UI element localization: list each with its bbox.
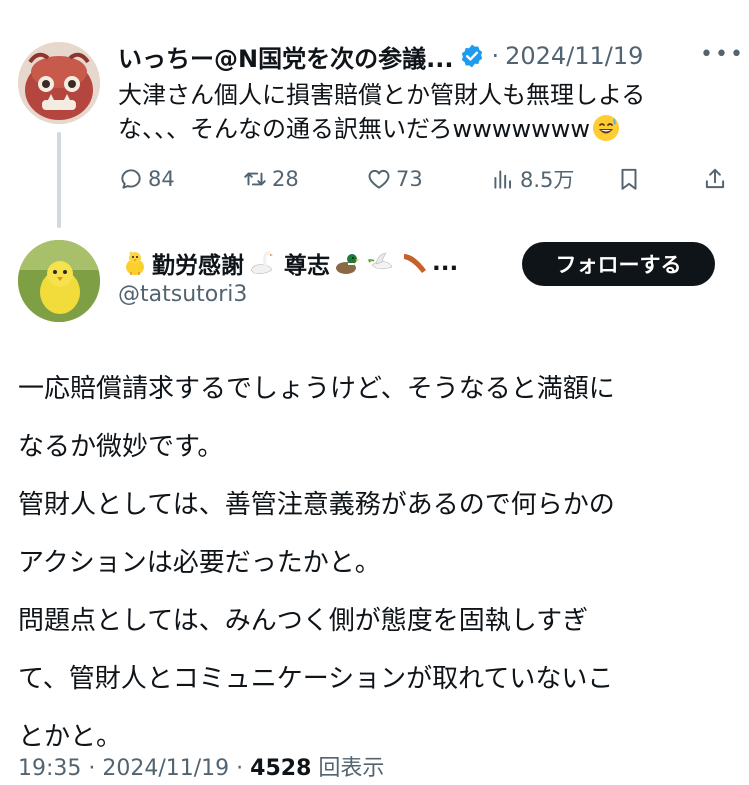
- author-name-part: 尊志: [284, 253, 330, 279]
- tweet-text-line: て、管財人とコミュニケーションが取れていないこ: [18, 664, 614, 694]
- views-button[interactable]: 8.5万: [490, 162, 574, 196]
- bookmark-icon: [621, 168, 637, 190]
- tweet-text-line: な、、、そんなの通る訳無いだろwwwwwww: [118, 112, 718, 146]
- retweet-count: 28: [272, 167, 299, 191]
- reply-count: 84: [148, 167, 175, 191]
- tweet-date[interactable]: 2024/11/19: [505, 42, 643, 70]
- tweet-text-line: なるか微妙です。: [18, 432, 224, 462]
- heart-icon: [368, 169, 390, 189]
- duck-icon: [332, 248, 362, 278]
- grinning-sweat-face-icon: [592, 114, 620, 142]
- author-handle[interactable]: @tatsutori3: [118, 282, 247, 307]
- boomerang-icon: [400, 248, 430, 278]
- verified-badge-icon: [459, 43, 485, 69]
- tweet-text-line: 管財人としては、善管注意義務があるので何らかの: [18, 490, 615, 520]
- share-button[interactable]: [702, 162, 732, 196]
- tweet-text-line: 一応賠償請求するでしょうけど、そうなると満額に: [18, 360, 733, 418]
- author-name-part: 勤労感謝: [152, 253, 244, 279]
- highlighted-text: 満額に: [528, 360, 621, 418]
- tweet-text-line: 大津さん個人に損害賠償とか管財人も無理しよる: [118, 81, 646, 109]
- views-count: 4528: [250, 756, 312, 781]
- retweet-icon: [244, 172, 266, 186]
- reply-button[interactable]: 84: [118, 162, 175, 196]
- like-count: 73: [396, 167, 423, 191]
- views-label: 回表示: [311, 756, 385, 781]
- avatar[interactable]: [18, 42, 100, 124]
- name-truncation: ...: [432, 250, 459, 276]
- tweet-meta-footer: 19:35 · 2024/11/19 · 4528 回表示: [18, 750, 384, 782]
- tweet2-body: 一応賠償請求するでしょうけど、そうなると満額に なるか微妙です。 管財人としては…: [18, 360, 733, 766]
- more-options-icon[interactable]: •••: [700, 40, 743, 70]
- separator-dot: ·: [491, 42, 500, 70]
- tweet1-action-bar: 84 28 73 8.5万: [118, 162, 733, 196]
- tweet-text-line: 問題点としては、みんつく側が態度を固執しすぎ: [18, 606, 589, 636]
- avatar[interactable]: [18, 240, 100, 322]
- follow-button[interactable]: フォローする: [522, 242, 715, 286]
- thread-connector-line: [57, 132, 61, 228]
- views-count: 8.5万: [520, 168, 575, 192]
- author-name[interactable]: 勤労感謝 尊志 ...: [118, 244, 458, 282]
- swan-icon: [246, 248, 276, 278]
- baby-chick-icon: [120, 248, 150, 278]
- author-name[interactable]: いっちー@N国党を次の参議...: [118, 39, 453, 74]
- bookmark-button[interactable]: [616, 162, 646, 196]
- share-icon: [705, 168, 725, 189]
- tweet1-header: いっちー@N国党を次の参議... · 2024/11/19: [118, 38, 643, 74]
- tweet-text-line: アクションは必要だったかと。: [18, 548, 381, 578]
- tweet-text: 一応賠償請求するでしょうけど、そうなると: [18, 374, 537, 404]
- analytics-bar-icon: [494, 170, 512, 189]
- like-button[interactable]: 73: [366, 162, 423, 196]
- retweet-button[interactable]: 28: [242, 162, 299, 196]
- tweet-text: な、、、そんなの通る訳無いだろwwwwwww: [118, 115, 590, 143]
- reply-icon: [121, 169, 141, 189]
- tweet-timestamp[interactable]: 19:35 · 2024/11/19 ·: [18, 756, 250, 781]
- tweet1-body: 大津さん個人に損害賠償とか管財人も無理しよる な、、、そんなの通る訳無いだろww…: [118, 78, 718, 146]
- dove-icon: [366, 248, 396, 278]
